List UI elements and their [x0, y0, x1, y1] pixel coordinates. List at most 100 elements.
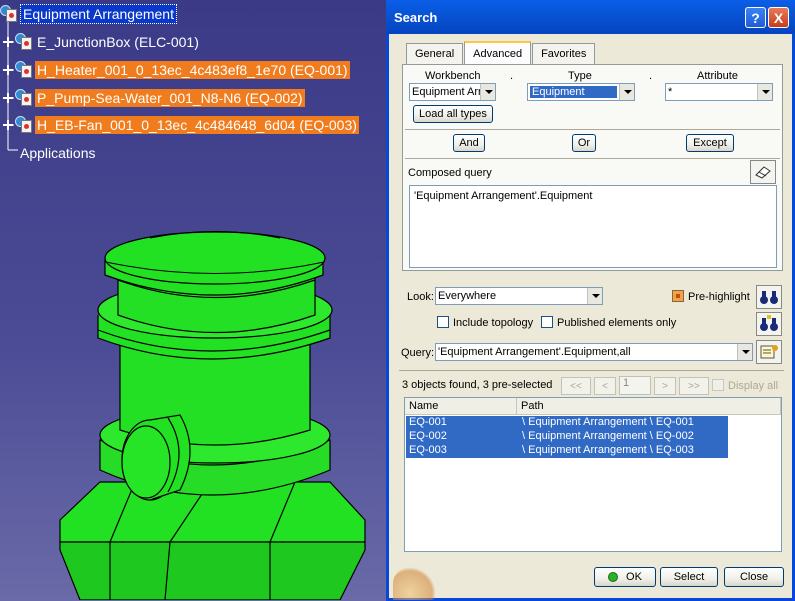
ok-status-icon — [608, 572, 619, 582]
previous-page-button[interactable]: < — [594, 377, 616, 395]
query-select[interactable]: 'Equipment Arrangement'.Equipment,all — [435, 343, 753, 361]
eraser-icon — [755, 166, 771, 179]
expand-plus-icon[interactable] — [3, 93, 13, 103]
look-label: Look: — [407, 291, 434, 303]
tree-item-label[interactable]: E_JunctionBox (ELC-001) — [35, 33, 201, 51]
close-button[interactable]: Close — [724, 567, 784, 587]
or-button[interactable]: Or — [572, 134, 596, 152]
column-header-name[interactable]: Name — [405, 398, 517, 415]
specification-tree: Equipment Arrangement E_JunctionBox (ELC… — [0, 0, 385, 200]
published-only-label: Published elements only — [557, 317, 677, 329]
row-name: EQ-002 — [409, 430, 447, 442]
except-button[interactable]: Except — [686, 134, 734, 152]
and-button[interactable]: And — [453, 134, 485, 152]
tree-root-label[interactable]: Equipment Arrangement — [20, 4, 177, 24]
expand-plus-icon[interactable] — [3, 37, 13, 47]
equipment-icon — [15, 61, 33, 79]
equipment-icon — [15, 116, 33, 134]
search-button[interactable] — [756, 285, 782, 309]
type-label: Type — [568, 70, 592, 82]
favorites-add-icon — [760, 345, 778, 359]
binoculars-plus-icon — [760, 315, 778, 331]
help-icon[interactable]: ? — [745, 7, 766, 28]
divider — [399, 370, 784, 371]
tree-item-label[interactable]: Applications — [18, 144, 98, 162]
equipment-icon — [15, 33, 33, 51]
composed-query-field[interactable]: 'Equipment Arrangement'.Equipment — [409, 185, 777, 268]
attribute-select[interactable]: * — [665, 83, 773, 101]
dropdown-arrow-icon[interactable] — [757, 84, 772, 100]
first-page-button[interactable]: << — [561, 377, 591, 395]
type-select[interactable]: Equipment — [527, 83, 635, 101]
results-status: 3 objects found, 3 pre-selected — [402, 379, 553, 391]
advanced-tab-panel: Workbench . Type . Attribute Equipment A… — [402, 64, 783, 271]
dialog-title: Search — [394, 10, 438, 25]
dialog-title-bar[interactable]: Search ? X — [386, 0, 795, 34]
tree-item-applications[interactable]: Applications — [18, 143, 98, 163]
tab-strip: General Advanced Favorites — [406, 41, 596, 65]
catia-logo — [393, 566, 435, 600]
tree-item-heater[interactable]: H_Heater_001_0_13ec_4c483ef8_1e70 (EQ-00… — [3, 60, 350, 80]
tree-item-junctionbox[interactable]: E_JunctionBox (ELC-001) — [3, 32, 201, 52]
table-row[interactable]: EQ-003 \ Equipment Arrangement \ EQ-003 — [406, 444, 728, 458]
clear-query-button[interactable] — [750, 160, 776, 184]
tree-item-fan[interactable]: H_EB-Fan_001_0_13ec_4c484648_6d04 (EQ-00… — [3, 115, 359, 135]
equipment-3d-model[interactable] — [40, 220, 380, 600]
ok-button[interactable]: OK — [594, 567, 656, 587]
attribute-value: * — [668, 86, 673, 98]
dialog-button-bar: OK Select Close — [389, 560, 792, 600]
separator-dot: . — [510, 70, 514, 82]
row-name: EQ-001 — [409, 416, 447, 428]
tab-advanced[interactable]: Advanced — [464, 41, 532, 64]
next-page-button[interactable]: > — [654, 377, 676, 395]
type-value: Equipment — [530, 86, 617, 98]
composed-query-label: Composed query — [408, 167, 492, 179]
dropdown-arrow-icon[interactable] — [619, 84, 634, 100]
divider — [405, 158, 780, 159]
select-button[interactable]: Select — [660, 567, 718, 587]
load-all-types-button[interactable]: Load all types — [413, 105, 493, 123]
last-page-button[interactable]: >> — [679, 377, 709, 395]
published-only-checkbox[interactable] — [541, 316, 553, 328]
tree-item-pump[interactable]: P_Pump-Sea-Water_001_N8-N6 (EQ-002) — [3, 88, 305, 108]
pre-highlight-checkbox[interactable] — [672, 290, 684, 302]
search-dialog: Search ? X General Advanced Favorites Wo… — [386, 0, 795, 601]
ok-label: OK — [626, 571, 642, 583]
display-all-checkbox[interactable] — [712, 379, 724, 391]
tree-item-label[interactable]: P_Pump-Sea-Water_001_N8-N6 (EQ-002) — [35, 89, 305, 107]
table-row[interactable]: EQ-001 \ Equipment Arrangement \ EQ-001 — [406, 416, 728, 430]
dropdown-arrow-icon[interactable] — [480, 84, 495, 100]
pre-highlight-label: Pre-highlight — [688, 291, 750, 303]
include-topology-checkbox[interactable] — [437, 316, 449, 328]
tab-general[interactable]: General — [406, 43, 464, 64]
row-name: EQ-003 — [409, 444, 447, 456]
workbench-label: Workbench — [425, 70, 481, 82]
row-path: \ Equipment Arrangement \ EQ-003 — [522, 444, 694, 456]
look-select[interactable]: Everywhere — [435, 287, 603, 305]
product-icon — [0, 5, 18, 23]
attribute-label: Attribute — [697, 70, 738, 82]
close-icon[interactable]: X — [768, 7, 789, 28]
tab-favorites[interactable]: Favorites — [532, 43, 596, 64]
workbench-select[interactable]: Equipment Arr — [409, 83, 496, 101]
dropdown-arrow-icon[interactable] — [587, 288, 602, 304]
column-header-path[interactable]: Path — [517, 398, 781, 415]
row-path: \ Equipment Arrangement \ EQ-002 — [522, 430, 694, 442]
add-to-favorites-button[interactable] — [756, 340, 782, 364]
expand-plus-icon[interactable] — [3, 65, 13, 75]
results-table: Name Path EQ-001 \ Equipment Arrangement… — [404, 397, 782, 552]
tree-root-node[interactable]: Equipment Arrangement — [0, 4, 177, 24]
look-value: Everywhere — [438, 290, 497, 302]
dropdown-arrow-icon[interactable] — [737, 344, 752, 360]
search-in-selection-button[interactable] — [756, 312, 782, 336]
page-number-field[interactable]: 1 — [619, 376, 651, 395]
tree-item-label[interactable]: H_Heater_001_0_13ec_4c483ef8_1e70 (EQ-00… — [35, 61, 350, 79]
results-header: Name Path — [405, 398, 781, 415]
binoculars-icon — [760, 291, 778, 304]
query-value: 'Equipment Arrangement'.Equipment,all — [438, 346, 631, 358]
table-row[interactable]: EQ-002 \ Equipment Arrangement \ EQ-002 — [406, 430, 728, 444]
equipment-icon — [15, 89, 33, 107]
row-path: \ Equipment Arrangement \ EQ-001 — [522, 416, 694, 428]
expand-plus-icon[interactable] — [3, 120, 13, 130]
tree-item-label[interactable]: H_EB-Fan_001_0_13ec_4c484648_6d04 (EQ-00… — [35, 116, 359, 134]
